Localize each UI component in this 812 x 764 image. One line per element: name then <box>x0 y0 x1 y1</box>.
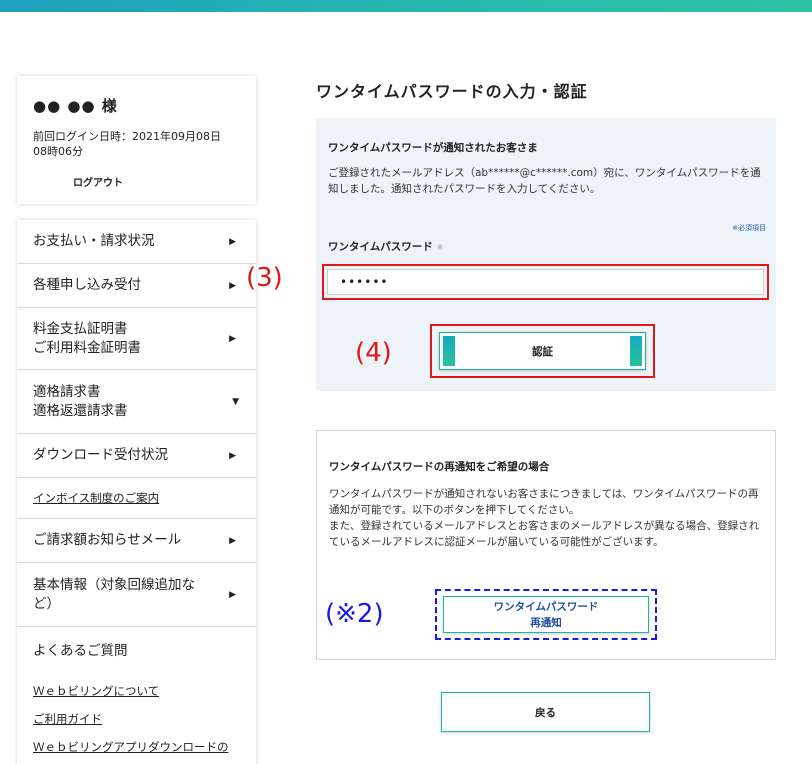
renotify-button[interactable]: ワンタイムパスワード 再通知 <box>443 596 649 633</box>
auth-button-highlight: 認証 <box>430 324 655 378</box>
renotify-description: ワンタイムパスワードが通知されないお客さまにつきましては、ワンタイムパスワードの… <box>329 488 760 548</box>
button-accent-left <box>443 336 455 366</box>
sidebar-item-label: ご請求額お知らせメール <box>33 532 182 548</box>
sidebar-item-invoice-system[interactable]: インボイス制度のご案内 <box>17 478 256 519</box>
sidebar-item-applications[interactable]: 各種申し込み受付 ▶ <box>17 264 256 308</box>
sidebar-item-download-status[interactable]: ダウンロード受付状況 ▶ <box>17 434 256 478</box>
chevron-right-icon: ▶ <box>229 589 236 600</box>
sidebar-item-label: インボイス制度のご案内 <box>33 490 160 505</box>
sidebar-item-label: 料金支払証明書 ご利用料金証明書 <box>33 320 141 356</box>
otp-input-highlight <box>322 264 769 300</box>
sidebar-link-user-guide[interactable]: ご利用ガイド <box>17 705 256 733</box>
otp-heading: ワンタイムパスワードが通知されたお客さま <box>328 142 538 154</box>
annotation-step-4: (4) <box>355 338 392 368</box>
sidebar-item-basic-info[interactable]: 基本情報（対象回線追加など） ▶ <box>17 563 256 627</box>
renotify-button-label: ワンタイムパスワード 再通知 <box>494 599 599 631</box>
otp-field-label-text: ワンタイムパスワード <box>328 241 433 253</box>
page-title: ワンタイムパスワードの入力・認証 <box>316 82 588 101</box>
sidebar-nav: お支払い・請求状況 ▶ 各種申し込み受付 ▶ 料金支払証明書 ご利用料金証明書 … <box>17 220 256 764</box>
sidebar-item-faq[interactable]: よくあるご質問 <box>17 627 256 671</box>
renotify-label-line2: 再通知 <box>530 616 562 629</box>
required-note: ※必須項目 <box>732 224 766 232</box>
auth-button-label: 認証 <box>532 345 553 358</box>
renotify-button-highlight: ワンタイムパスワード 再通知 <box>435 589 657 640</box>
chevron-right-icon: ▶ <box>229 535 236 546</box>
renotify-heading: ワンタイムパスワードの再通知をご希望の場合 <box>329 461 550 473</box>
logout-link[interactable]: ログアウト <box>73 174 240 189</box>
sidebar-link-web-billing[interactable]: Ｗｅｂビリングについて <box>17 677 256 705</box>
auth-button[interactable]: 認証 <box>439 332 646 370</box>
sidebar-link-app-download[interactable]: Ｗｅｂビリングアプリダウンロードの <box>17 733 256 761</box>
otp-input[interactable] <box>327 269 764 295</box>
back-button[interactable]: 戻る <box>441 692 650 732</box>
chevron-right-icon: ▶ <box>229 280 236 291</box>
header-gradient-bar <box>0 0 812 12</box>
annotation-note-2: (※2) <box>325 599 384 629</box>
sidebar-item-qualified-invoice[interactable]: 適格請求書 適格返還請求書 ▼ <box>17 370 256 434</box>
button-accent-right <box>630 336 642 366</box>
sidebar-item-billing-mail[interactable]: ご請求額お知らせメール ▶ <box>17 519 256 563</box>
sidebar-item-certificates[interactable]: 料金支払証明書 ご利用料金証明書 ▶ <box>17 308 256 370</box>
sidebar-item-label: 各種申し込み受付 <box>33 277 141 293</box>
renotify-label-line1: ワンタイムパスワード <box>493 600 599 613</box>
sidebar-item-payment-status[interactable]: お支払い・請求状況 ▶ <box>17 220 256 264</box>
chevron-right-icon: ▶ <box>229 333 236 344</box>
otp-field-label: ワンタイムパスワード ※ <box>328 239 444 254</box>
annotation-step-3: (3) <box>246 263 283 293</box>
sidebar-item-label: 適格請求書 適格返還請求書 <box>33 383 128 419</box>
sidebar-item-label: よくあるご質問 <box>33 643 128 659</box>
sidebar-item-label: お支払い・請求状況 <box>33 233 155 249</box>
user-card: ●● ●● 様 前回ログイン日時：2021年09月08日 08時06分 ログアウ… <box>17 76 256 204</box>
otp-description: ご登録されたメールアドレス（ab******@c******.com）宛に、ワン… <box>328 167 761 195</box>
user-name: ●● ●● 様 <box>33 97 118 115</box>
chevron-down-icon: ▼ <box>232 396 239 407</box>
sidebar-item-label: ダウンロード受付状況 <box>33 447 168 463</box>
chevron-right-icon: ▶ <box>229 236 236 247</box>
sidebar-item-label: 基本情報（対象回線追加など） <box>33 576 195 612</box>
last-login-time: 前回ログイン日時：2021年09月08日 08時06分 <box>33 130 221 158</box>
required-mark: ※ <box>436 243 444 252</box>
chevron-right-icon: ▶ <box>229 450 236 461</box>
